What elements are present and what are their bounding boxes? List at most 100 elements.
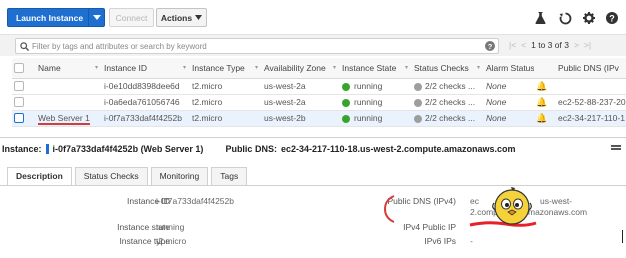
ipv4-public-ip-label: IPv4 Public IP <box>403 222 456 232</box>
status-checks-cell: 2/2 checks ... <box>412 110 484 127</box>
alarm-status-cell: None <box>484 78 534 95</box>
column-header <box>534 58 556 79</box>
alarm-bell-icon[interactable]: 🔔 <box>534 110 556 127</box>
search-icon <box>20 41 29 51</box>
table-row-selected[interactable]: Web Server 1 i-0f7a733daf4f4252b t2.micr… <box>12 110 626 127</box>
running-status-icon <box>342 98 350 107</box>
alarm-bell-icon[interactable]: 🔔 <box>534 94 556 111</box>
detail-tabs: Description Status Checks Monitoring Tag… <box>7 167 248 185</box>
instance-value: i-0f7a733daf4f4252b (Web Server 1) <box>52 144 204 154</box>
column-header[interactable]: Public DNS (IPv <box>556 58 626 79</box>
tab-monitoring[interactable]: Monitoring <box>150 167 209 185</box>
column-header[interactable]: Name ▾ <box>36 58 102 79</box>
public-dns-cell: ec2-34-217-110-1 <box>556 110 626 127</box>
public-dns-cell <box>556 78 626 95</box>
instance-id-cell: i-0a6eda761056746 <box>102 94 190 111</box>
public-dns-cell: ec2-52-88-237-20 <box>556 94 626 111</box>
table-row[interactable]: i-0e10dd8398dee6d t2.micro us-west-2a ru… <box>12 78 626 95</box>
resize-handle-icon[interactable] <box>611 145 621 152</box>
instance-type-cell: t2.micro <box>190 110 262 127</box>
table-header-row: Name ▾ Instance ID ▾ Instance Type ▾ Availa… <box>12 58 626 79</box>
public-dns-label: Public DNS: <box>225 144 277 154</box>
column-header[interactable]: Availability Zone ▾ <box>262 58 340 79</box>
row-checkbox[interactable] <box>12 110 36 127</box>
instance-state-cell: running <box>340 110 412 127</box>
sort-icon: ▾ <box>476 65 480 71</box>
tab-tags[interactable]: Tags <box>211 167 248 185</box>
status-checks-icon <box>414 114 422 123</box>
sort-icon: ▾ <box>94 65 98 71</box>
previous-page-icon[interactable]: < <box>521 40 526 50</box>
sort-icon: ▾ <box>254 65 258 71</box>
actions-label: Actions <box>160 12 193 23</box>
chick-sticker-icon <box>492 187 532 225</box>
svg-text:?: ? <box>488 42 493 51</box>
instance-type-cell: t2.micro <box>190 78 262 95</box>
public-dns-ipv4-label: Public DNS (IPv4) <box>387 196 457 206</box>
sort-icon: ▾ <box>404 65 408 71</box>
refresh-icon[interactable] <box>558 11 572 25</box>
pagination: |< < 1 to 3 of 3 > >| <box>509 40 591 50</box>
public-dns-ipv4-value: ec <box>470 196 479 206</box>
instance-id-cell: i-0e10dd8398dee6d <box>102 78 190 95</box>
connect-button[interactable]: Connect <box>109 8 154 27</box>
column-header[interactable]: Alarm Status <box>484 58 534 79</box>
instances-table: Name ▾ Instance ID ▾ Instance Type ▾ Availa… <box>12 58 626 127</box>
tab-description[interactable]: Description <box>7 167 72 185</box>
sort-icon: ▾ <box>332 65 336 71</box>
page-range-text: 1 to 3 of 3 <box>531 40 569 50</box>
text-cursor <box>622 230 623 243</box>
availability-zone-cell: us-west-2a <box>262 78 340 95</box>
ipv6-ips-value: - <box>470 236 473 246</box>
select-all-checkbox[interactable] <box>12 58 36 79</box>
next-page-icon[interactable]: > <box>574 40 579 50</box>
instance-id-value: i-0f7a733daf4f4252b <box>156 196 234 206</box>
name-cell <box>36 94 102 111</box>
ipv6-ips-label: IPv6 IPs <box>424 236 456 246</box>
status-checks-icon <box>414 98 422 107</box>
instance-id-label: Instance ID <box>127 196 170 206</box>
instance-state-value: running <box>156 222 185 232</box>
running-status-icon <box>342 82 350 91</box>
instance-state-cell: running <box>340 78 412 95</box>
panel-divider[interactable] <box>0 137 626 138</box>
instance-type-cell: t2.micro <box>190 94 262 111</box>
launch-instance-label: Launch Instance <box>16 12 84 23</box>
availability-zone-cell: us-west-2b <box>262 110 340 127</box>
help-icon[interactable]: ? <box>485 41 495 51</box>
sort-icon: ▾ <box>182 65 186 71</box>
instance-state-label: Instance state <box>117 222 170 232</box>
running-status-icon <box>342 114 350 123</box>
filter-bar: Filter by tags and attributes or search … <box>0 34 626 56</box>
table-row[interactable]: i-0a6eda761056746 t2.micro us-west-2a ru… <box>12 94 626 111</box>
instance-id-cell: i-0f7a733daf4f4252b <box>102 110 190 127</box>
status-checks-cell: 2/2 checks ... <box>412 94 484 111</box>
column-header[interactable]: Status Checks ▾ <box>412 58 484 79</box>
instance-detail-header: Instance: i-0f7a733daf4f4252b (Web Serve… <box>2 144 562 154</box>
row-checkbox[interactable] <box>12 94 36 111</box>
status-checks-cell: 2/2 checks ... <box>412 78 484 95</box>
instance-label: Instance: <box>2 144 42 154</box>
chevron-down-icon[interactable] <box>88 9 104 26</box>
red-bracket-annotation <box>383 195 395 223</box>
alarm-bell-icon[interactable]: 🔔 <box>534 78 556 95</box>
row-checkbox[interactable] <box>12 78 36 95</box>
launch-instance-button[interactable]: Launch Instance <box>7 8 105 27</box>
connect-label: Connect <box>115 12 148 23</box>
first-page-icon[interactable]: |< <box>509 40 516 50</box>
tab-status-checks[interactable]: Status Checks <box>74 167 148 185</box>
actions-button[interactable]: Actions <box>156 8 207 27</box>
column-header[interactable]: Instance State ▾ <box>340 58 412 79</box>
column-header[interactable]: Instance ID ▾ <box>102 58 190 79</box>
last-page-icon[interactable]: >| <box>584 40 591 50</box>
chevron-down-icon <box>195 15 203 20</box>
public-dns-ipv4-value: mazonaws.com <box>528 207 588 217</box>
column-header[interactable]: Instance Type ▾ <box>190 58 262 79</box>
help-icon[interactable]: ? <box>605 11 619 25</box>
instance-type-label: Instance type <box>119 236 170 246</box>
instance-state-cell: running <box>340 94 412 111</box>
gear-icon[interactable] <box>582 11 596 25</box>
flask-icon[interactable] <box>533 11 547 25</box>
search-field[interactable]: Filter by tags and attributes or search … <box>15 38 499 54</box>
toolbar: Launch Instance Connect Actions ? <box>0 0 626 34</box>
